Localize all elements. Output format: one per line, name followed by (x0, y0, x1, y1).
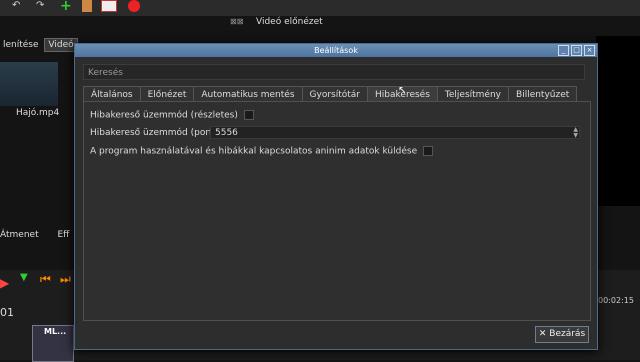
close-button-label: Bezárás (549, 329, 586, 339)
preferences-dialog: Beállítások _ □ × Keresés Általános Előn… (74, 43, 598, 350)
tab-show-all[interactable]: lenítése (0, 39, 42, 51)
tab-effects[interactable]: Eff (57, 230, 69, 240)
debug-verbose-checkbox[interactable] (243, 110, 254, 120)
debug-settings-panel: Hibakereső üzemmód (részletes) Hibakeres… (83, 101, 591, 321)
export-film-icon[interactable] (101, 0, 117, 12)
dialog-titlebar[interactable]: Beállítások _ □ × (75, 44, 597, 57)
bottom-dock-tabs: Átmenet Eff (0, 230, 85, 240)
close-button-icon: ✕ (538, 329, 547, 339)
project-files-tabs: lenítése Videó (0, 38, 78, 52)
anon-data-row: A program használatával és hibákkal kapc… (90, 146, 434, 157)
redo-icon[interactable]: ↷ (36, 0, 50, 14)
close-window-button[interactable]: × (584, 45, 595, 56)
debug-port-label: Hibakereső üzemmód (port) (90, 128, 217, 138)
tab-video[interactable]: Videó (44, 38, 78, 52)
settings-search-input[interactable]: Keresés (83, 64, 585, 80)
mouse-cursor-icon: ↖ (398, 85, 407, 96)
profile-icon[interactable] (82, 0, 92, 12)
minimize-button[interactable]: _ (558, 45, 569, 56)
spin-arrows-icon[interactable]: ▲ ▼ (573, 127, 578, 139)
file-thumbnail[interactable] (0, 62, 58, 106)
video-preview-area (596, 36, 640, 206)
preview-panel-title: Videó előnézet (256, 17, 323, 27)
debug-port-value: 5556 (215, 128, 238, 138)
main-toolbar: ↶ ↷ + (0, 0, 640, 16)
close-button[interactable]: ✕ Bezárás (535, 326, 589, 343)
settings-tabs: Általános Előnézet Automatikus mentés Gy… (83, 86, 578, 103)
anon-data-checkbox[interactable] (423, 146, 434, 156)
timeline-clip-label: ML... (44, 327, 67, 336)
timeline-time-label: 00:02:15 (598, 296, 634, 305)
dock-controls-icon[interactable]: ⊠⊠ (230, 17, 243, 26)
tab-transitions[interactable]: Átmenet (0, 230, 39, 240)
jump-start-icon[interactable]: ▶ (0, 276, 9, 290)
undo-icon[interactable]: ↶ (12, 0, 26, 14)
debug-verbose-label: Hibakereső üzemmód (részletes) (90, 110, 238, 121)
add-icon[interactable]: + (60, 0, 74, 14)
record-icon[interactable] (128, 0, 140, 12)
dialog-title: Beállítások (314, 46, 358, 55)
anon-data-label: A program használatával és hibákkal kapc… (90, 146, 418, 157)
debug-verbose-row: Hibakereső üzemmód (részletes) (90, 110, 254, 121)
next-marker-icon[interactable]: ⏭ (60, 272, 71, 287)
debug-port-spinbox[interactable]: 5556 ▲ ▼ (210, 126, 580, 139)
file-thumbnail-label: Hajó.mp4 (16, 108, 60, 118)
timeline-ruler-label: 01 (0, 306, 14, 319)
marker-down-icon[interactable]: ▼ (20, 272, 28, 283)
previous-marker-icon[interactable]: ⏮ (40, 272, 51, 287)
maximize-button[interactable]: □ (571, 45, 582, 56)
